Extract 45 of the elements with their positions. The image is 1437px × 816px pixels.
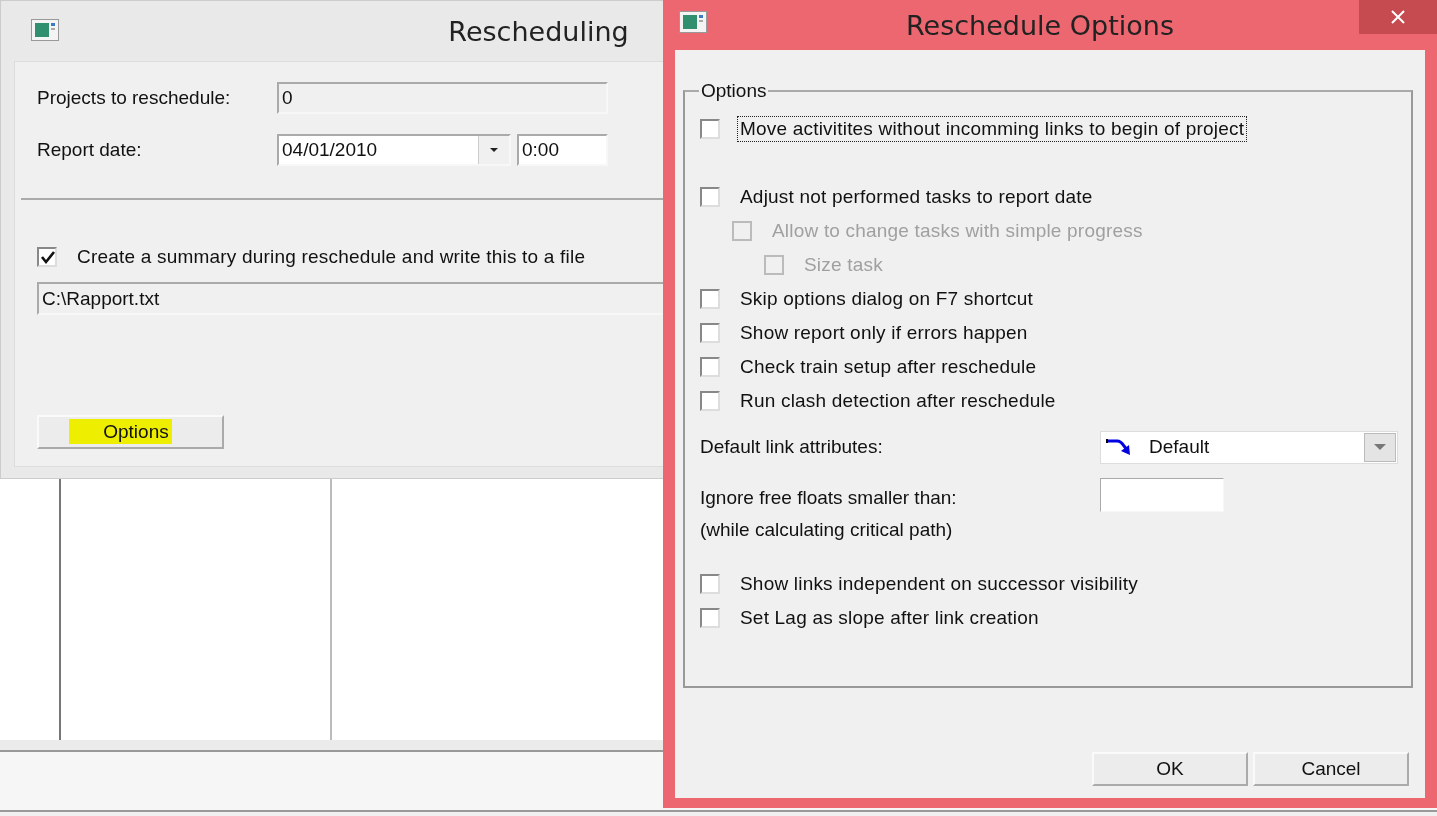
dialog-button[interactable]: OK (1092, 752, 1248, 786)
field-label: Projects to reschedule: (37, 87, 232, 109)
app-icon (679, 11, 707, 33)
checkbox[interactable] (700, 119, 720, 139)
input-field[interactable]: 0:00 (517, 134, 608, 166)
date-dropdown[interactable]: 04/01/2010 (277, 134, 511, 166)
checkbox[interactable] (700, 391, 720, 411)
checkbox[interactable] (37, 247, 57, 267)
checkbox-label: Move activitites without incomming links to begin of project (738, 117, 1247, 141)
checkbox[interactable] (700, 187, 720, 207)
checkbox-label: Set Lag as slope after link creation (739, 606, 1040, 630)
checkbox-label: Show links independent on successor visibility (739, 572, 1139, 596)
checkbox-label: Adjust not performed tasks to report date (739, 185, 1094, 209)
window-title: Reschedule Options (906, 9, 1174, 41)
link-dropdown[interactable]: Default (1100, 430, 1398, 464)
app-icon (31, 19, 59, 41)
window-title: Rescheduling (448, 15, 629, 47)
checkbox-label: Skip options dialog on F7 shortcut (739, 287, 1035, 311)
checkmark-icon (39, 249, 55, 265)
field-note: (while calculating critical path) (700, 519, 954, 541)
caret-icon (490, 148, 498, 152)
group-label: Options (699, 81, 769, 101)
checkbox[interactable] (700, 608, 720, 628)
dialog-button[interactable]: Cancel (1253, 752, 1409, 786)
field-label: Ignore free floats smaller than: (700, 487, 958, 509)
checkbox-label: Create a summary during reschedule and write this to a file (76, 245, 587, 269)
close-button[interactable] (1359, 0, 1437, 34)
dropdown-value: Default (1149, 436, 1211, 458)
checkbox-label: Show report only if errors happen (739, 321, 1029, 345)
field-label: Default link attributes: (700, 436, 884, 458)
dropdown-value: 04/01/2010 (282, 139, 379, 161)
close-icon (1391, 10, 1405, 24)
caret-icon (1374, 444, 1386, 450)
checkbox[interactable] (700, 574, 720, 594)
checkbox-label: Allow to change tasks with simple progress (771, 219, 1144, 243)
field-label: Report date: (37, 139, 143, 161)
checkbox-label: Size task (803, 253, 884, 277)
input-field[interactable] (1100, 478, 1224, 512)
checkbox-label: Run clash detection after reschedule (739, 389, 1057, 413)
checkbox[interactable] (700, 323, 720, 343)
options-button[interactable]: Options (37, 415, 224, 449)
checkbox-label: Check train setup after reschedule (739, 355, 1038, 379)
checkbox[interactable] (700, 357, 720, 377)
checkbox[interactable] (700, 289, 720, 309)
input-field[interactable]: 0 (277, 82, 608, 114)
